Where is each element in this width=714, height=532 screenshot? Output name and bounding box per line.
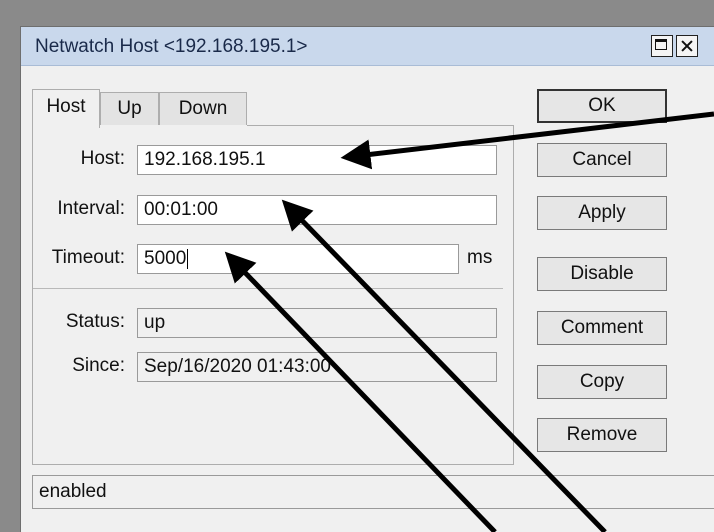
annotation-arrows [224,111,714,532]
annotation-arrow-host [340,111,714,170]
annotation-arrow-timeout [224,251,497,532]
tab-host[interactable]: Host [32,89,100,128]
